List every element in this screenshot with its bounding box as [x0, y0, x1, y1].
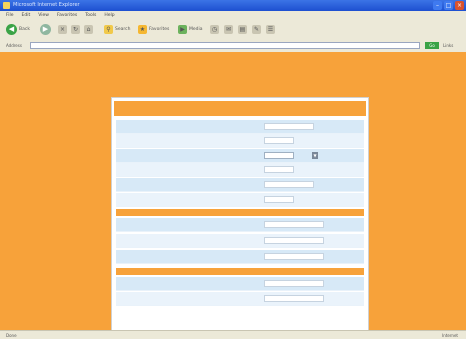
home-icon: ⌂	[84, 25, 93, 34]
edit-button[interactable]: ✎	[252, 23, 261, 36]
menu-file[interactable]: File	[6, 11, 14, 20]
search-icon: ⚲	[104, 25, 113, 34]
form-header	[114, 101, 366, 116]
form-row	[116, 134, 364, 148]
edit-icon: ✎	[252, 25, 261, 34]
text-input[interactable]	[264, 253, 324, 260]
status-text: Done	[6, 333, 17, 338]
text-input[interactable]	[264, 196, 294, 203]
section-header	[116, 209, 364, 216]
status-bar: Done Internet	[0, 330, 466, 339]
ie-icon	[3, 2, 10, 9]
links-button[interactable]: Links	[443, 43, 453, 48]
select-field[interactable]	[264, 152, 294, 159]
back-label: Back	[19, 27, 30, 32]
text-input[interactable]	[264, 181, 314, 188]
back-button[interactable]: ◀ Back	[6, 23, 30, 36]
form-row	[116, 250, 364, 264]
refresh-icon: ↻	[71, 25, 80, 34]
text-input[interactable]	[264, 137, 294, 144]
text-input[interactable]	[264, 221, 324, 228]
mail-button[interactable]: ✉	[224, 23, 233, 36]
media-label: Media	[189, 27, 203, 32]
minimize-button[interactable]: –	[433, 1, 442, 10]
form-panel: ▼	[111, 97, 369, 330]
browser-toolbar: ◀ Back ▶ × ↻ ⌂ ⚲ Search ★ Favorites ▶ Me…	[0, 20, 466, 40]
go-button[interactable]: Go	[425, 42, 439, 49]
chevron-down-icon[interactable]: ▼	[312, 152, 318, 159]
media-button[interactable]: ▶ Media	[178, 23, 203, 36]
menu-favorites[interactable]: Favorites	[57, 11, 77, 20]
section-header	[116, 268, 364, 275]
form-row	[116, 163, 364, 177]
text-input[interactable]	[264, 166, 294, 173]
security-zone: Internet	[442, 333, 458, 338]
window-titlebar: Microsoft Internet Explorer – □ ×	[0, 0, 466, 11]
menu-bar: File Edit View Favorites Tools Help	[0, 11, 466, 20]
mail-icon: ✉	[224, 25, 233, 34]
history-icon: ◷	[210, 25, 219, 34]
text-input[interactable]	[264, 237, 324, 244]
discuss-icon: ☰	[266, 25, 275, 34]
window-title: Microsoft Internet Explorer	[13, 2, 80, 8]
stop-icon: ×	[58, 25, 67, 34]
refresh-button[interactable]: ↻	[71, 23, 80, 36]
favorites-button[interactable]: ★ Favorites	[138, 23, 169, 36]
text-input[interactable]	[264, 123, 314, 130]
form-row: ▼	[116, 149, 364, 163]
close-button[interactable]: ×	[455, 1, 464, 10]
menu-tools[interactable]: Tools	[85, 11, 96, 20]
form-row	[116, 218, 364, 232]
star-icon: ★	[138, 25, 147, 34]
back-arrow-icon: ◀	[6, 24, 17, 35]
window-controls: – □ ×	[433, 1, 464, 10]
form-row	[116, 193, 364, 207]
form-row	[116, 234, 364, 248]
maximize-button[interactable]: □	[444, 1, 453, 10]
home-button[interactable]: ⌂	[84, 23, 93, 36]
forward-button[interactable]: ▶	[40, 23, 51, 36]
page-content: ▼	[0, 52, 466, 330]
form-row	[116, 277, 364, 291]
print-icon: ▤	[238, 25, 247, 34]
address-input[interactable]	[30, 42, 420, 49]
form-row	[116, 292, 364, 306]
menu-help[interactable]: Help	[104, 11, 114, 20]
text-input[interactable]	[264, 295, 324, 302]
print-button[interactable]: ▤	[238, 23, 247, 36]
media-icon: ▶	[178, 25, 187, 34]
text-input[interactable]	[264, 280, 324, 287]
menu-edit[interactable]: Edit	[22, 11, 31, 20]
form-row	[116, 120, 364, 134]
history-button[interactable]: ◷	[210, 23, 219, 36]
discuss-button[interactable]: ☰	[266, 23, 275, 36]
favorites-label: Favorites	[149, 27, 170, 32]
address-bar: Address Go Links	[0, 40, 466, 52]
search-label: Search	[115, 27, 131, 32]
form-row	[116, 178, 364, 192]
address-label: Address	[6, 43, 22, 48]
forward-arrow-icon: ▶	[40, 24, 51, 35]
stop-button[interactable]: ×	[58, 23, 67, 36]
menu-view[interactable]: View	[38, 11, 49, 20]
search-button[interactable]: ⚲ Search	[104, 23, 130, 36]
